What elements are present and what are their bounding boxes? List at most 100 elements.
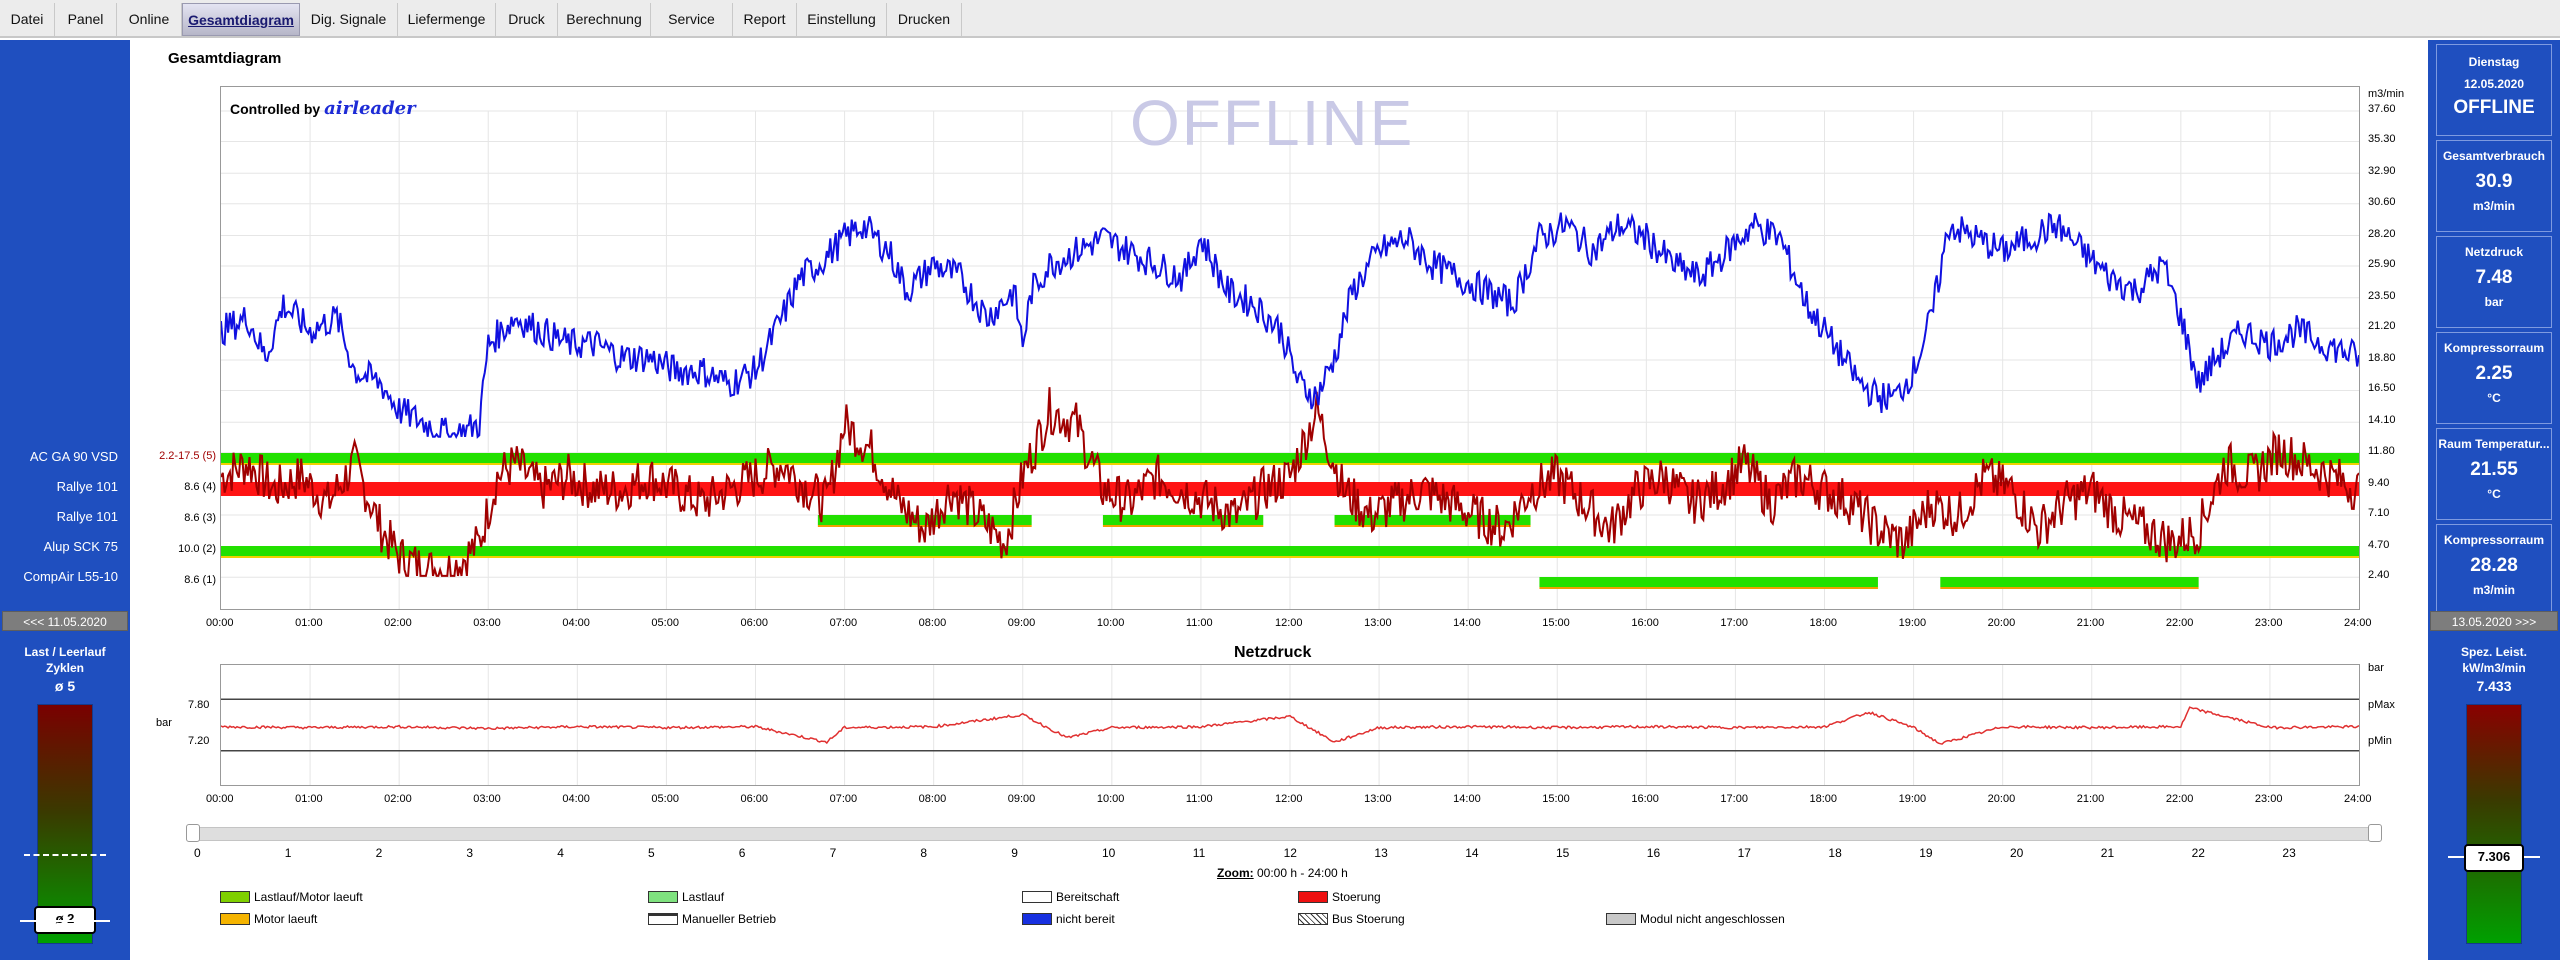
main-chart-frame <box>220 86 2360 610</box>
legend-label: Bereitschaft <box>1056 889 1120 904</box>
netz-grid <box>309 665 2271 785</box>
y-tick-label: 11.80 <box>2368 444 2395 457</box>
info-box-gesamtverbrauch: Gesamtverbrauch 30.9 m3/min <box>2436 140 2552 232</box>
status-bar-compair-l55 <box>1539 577 1878 587</box>
zoom-tick-label: 13 <box>1374 846 1388 860</box>
x-tick-label: 08:00 <box>918 793 947 805</box>
zoom-tick-label: 18 <box>1828 846 1842 860</box>
tab-drucken[interactable]: Drucken <box>887 3 962 36</box>
gauge-title-line1: Spez. Leist. <box>2460 645 2528 659</box>
status-bar-alup-sck-75-edge <box>221 556 2359 558</box>
info-unit: m3/min <box>2472 199 2515 213</box>
x-tick-label: 24:00 <box>2344 793 2372 805</box>
y-tick-label: 23.50 <box>2368 289 2396 302</box>
legend-swatch <box>1022 912 1052 925</box>
x-tick-label: 13:00 <box>1364 793 1392 805</box>
x-tick-label: 21:00 <box>2076 793 2105 805</box>
zoom-slider-track[interactable] <box>186 827 2378 841</box>
netzdruck-chart-frame <box>220 664 2360 786</box>
x-tick-label: 10:00 <box>1096 617 1125 629</box>
gauge-title-line1: Last / Leerlauf <box>24 645 106 659</box>
tab-datei[interactable]: Datei <box>0 3 55 36</box>
legend-swatch <box>220 890 250 903</box>
info-box-kompressorraum-flow: Kompressorraum 28.28 m3/min <box>2436 524 2552 616</box>
netz-ytick: 7.20 <box>188 735 210 747</box>
x-tick-label: 20:00 <box>1987 793 2016 805</box>
info-title: Netzdruck <box>2464 245 2523 259</box>
zoom-tick-label: 12 <box>1283 846 1297 860</box>
x-tick-label: 13:00 <box>1364 617 1392 629</box>
next-day-button[interactable]: 13.05.2020 >>> <box>2430 611 2558 631</box>
legend-swatch <box>648 912 678 925</box>
prev-day-button[interactable]: <<< 11.05.2020 <box>2 611 128 631</box>
tab-panel[interactable]: Panel <box>55 3 117 36</box>
status-bar-rallye-101-b <box>1102 515 1264 525</box>
y-tick-label: 30.60 <box>2368 195 2396 208</box>
compressor-value: 10.0 (2) <box>178 543 216 555</box>
legend-stoerung: Stoerung <box>1298 889 1381 905</box>
zoom-slider-handle-left[interactable] <box>186 824 200 842</box>
info-title: Gesamtverbrauch <box>2442 149 2546 163</box>
x-tick-label: 00:00 <box>206 793 234 805</box>
weekday: Dienstag <box>2468 55 2520 69</box>
status-bar-ac-ga-90 <box>221 453 2359 463</box>
x-tick-label: 11:00 <box>1185 793 1213 805</box>
legend-modul-nicht-angeschlossen: Modul nicht angeschlossen <box>1606 911 1785 927</box>
main-grid <box>221 110 2359 609</box>
x-tick-label: 23:00 <box>2254 793 2283 805</box>
x-tick-label: 08:00 <box>918 617 947 629</box>
zoom-tick-label: 21 <box>2100 846 2115 860</box>
x-tick-label: 15:00 <box>1542 617 1570 629</box>
spez-gauge-title: Spez. Leist. kW/m3/min 7.433 <box>2428 644 2560 694</box>
zoom-tick-label: 23 <box>2282 846 2296 860</box>
zoom-slider-handle-right[interactable] <box>2368 824 2382 842</box>
x-tick-label: 17:00 <box>1720 793 1748 805</box>
netz-unit-left: bar <box>156 717 172 729</box>
status-bar-compair-l55-edge <box>1539 587 1878 589</box>
x-tick-label: 02:00 <box>384 793 412 805</box>
legend-bus-stoerung: Bus Stoerung <box>1298 911 1405 927</box>
controlled-by-label: Controlled by airleader <box>230 98 416 119</box>
tab-liefermenge[interactable]: Liefermenge <box>398 3 496 36</box>
x-tick-label: 24:00 <box>2344 617 2372 629</box>
zoom-tick-label: 6 <box>738 846 746 860</box>
status-bar-compair-l55-edge <box>1940 587 2199 589</box>
gauge-title-line2: kW/m3/min <box>2462 661 2526 675</box>
tab-druck[interactable]: Druck <box>496 3 558 36</box>
offline-watermark: OFFLINE <box>1130 87 1415 159</box>
x-tick-label: 11:00 <box>1185 617 1213 629</box>
gauge-marker-arm <box>20 920 110 922</box>
y-tick-label: 25.90 <box>2368 257 2396 270</box>
info-unit: °C <box>2487 487 2501 501</box>
status-bar-compair-l55 <box>1940 577 2199 587</box>
legend-swatch <box>648 890 678 903</box>
spez-gauge-marker: 7.306 <box>2464 844 2524 872</box>
main-chart <box>221 110 2359 609</box>
zoom-tick-label: 22 <box>2191 846 2205 860</box>
tab-service[interactable]: Service <box>651 3 733 36</box>
x-tick-label: 00:00 <box>206 617 234 629</box>
tab-gesamtdiagram[interactable]: Gesamtdiagram <box>182 3 300 36</box>
x-tick-label: 22:00 <box>2165 617 2194 629</box>
x-tick-label: 16:00 <box>1631 793 1659 805</box>
tab-report[interactable]: Report <box>733 3 797 36</box>
x-tick-label: 18:00 <box>1809 617 1838 629</box>
y-tick-label: 18.80 <box>2368 352 2396 364</box>
x-tick-label: 12:00 <box>1275 617 1303 629</box>
status-bar-ac-ga-90-edge <box>221 463 2359 465</box>
status: OFFLINE <box>2453 97 2535 118</box>
netzdruck-title: Netzdruck <box>1234 644 1312 661</box>
controlled-by-text: Controlled by <box>230 101 321 117</box>
info-box-raum-temperatur: Raum Temperatur... 21.55 °C <box>2436 428 2552 520</box>
tab-online[interactable]: Online <box>117 3 182 36</box>
tab-dig-signale[interactable]: Dig. Signale <box>300 3 398 36</box>
x-tick-label: 23:00 <box>2254 617 2283 629</box>
tab-berechnung[interactable]: Berechnung <box>558 3 651 36</box>
legend-swatch <box>1022 890 1052 903</box>
info-value: 28.28 <box>2470 555 2518 576</box>
tab-einstellung[interactable]: Einstellung <box>797 3 887 36</box>
info-title: Raum Temperatur... <box>2438 437 2550 451</box>
info-unit: bar <box>2484 295 2504 309</box>
compressor-label: AC GA 90 VSD <box>29 449 118 464</box>
x-tick-label: 19:00 <box>1898 793 1927 805</box>
